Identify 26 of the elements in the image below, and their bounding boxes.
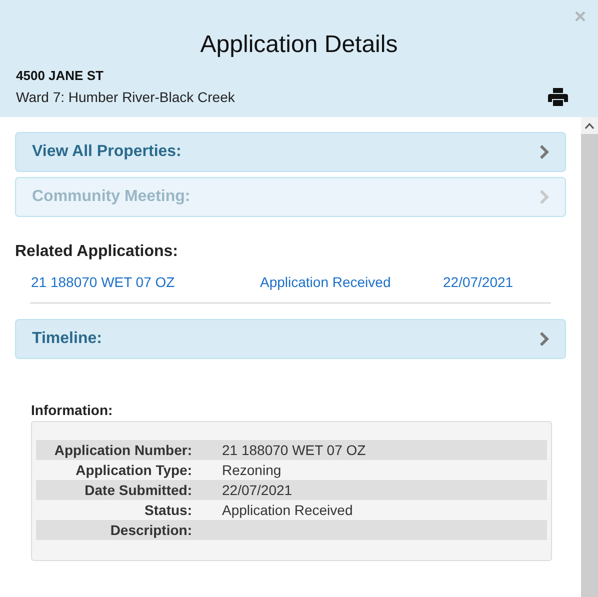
section-heading: Information: [31,402,114,418]
address-text: 4500 JANE ST [16,68,104,84]
scrollbar[interactable] [581,117,598,597]
dialog-title: Application Details [199,30,399,60]
accordion-panel[interactable]: Timeline: [15,319,566,359]
chevron-right-icon [539,332,549,346]
accordion-panel[interactable]: View All Properties: [15,132,566,172]
ward-text: Ward 7: Humber River-Black Creek [16,88,235,106]
field-label: Description: [109,521,192,540]
field-value: 22/07/2021 [222,481,294,500]
field-value: Rezoning [222,461,282,480]
section-heading: Related Applications: [15,242,179,262]
scroll-up-icon[interactable] [585,122,594,128]
chevron-right-icon [539,145,549,159]
field-value: Application Received [222,501,354,520]
field-label: Status: [144,501,192,520]
field-label: Application Number: [53,441,192,460]
field-label: Date Submitted: [84,481,192,500]
field-label: Application Type: [74,461,192,480]
chevron-right-icon [539,190,549,204]
print-button[interactable] [548,88,568,106]
field-value: 21 188070 WET 07 OZ [222,441,367,460]
date-link[interactable]: 22/07/2021 [443,274,551,290]
print-icon [548,88,568,106]
application-link[interactable]: 21 188070 WET 07 OZ [31,274,260,290]
status-link[interactable]: Application Received [260,274,443,290]
